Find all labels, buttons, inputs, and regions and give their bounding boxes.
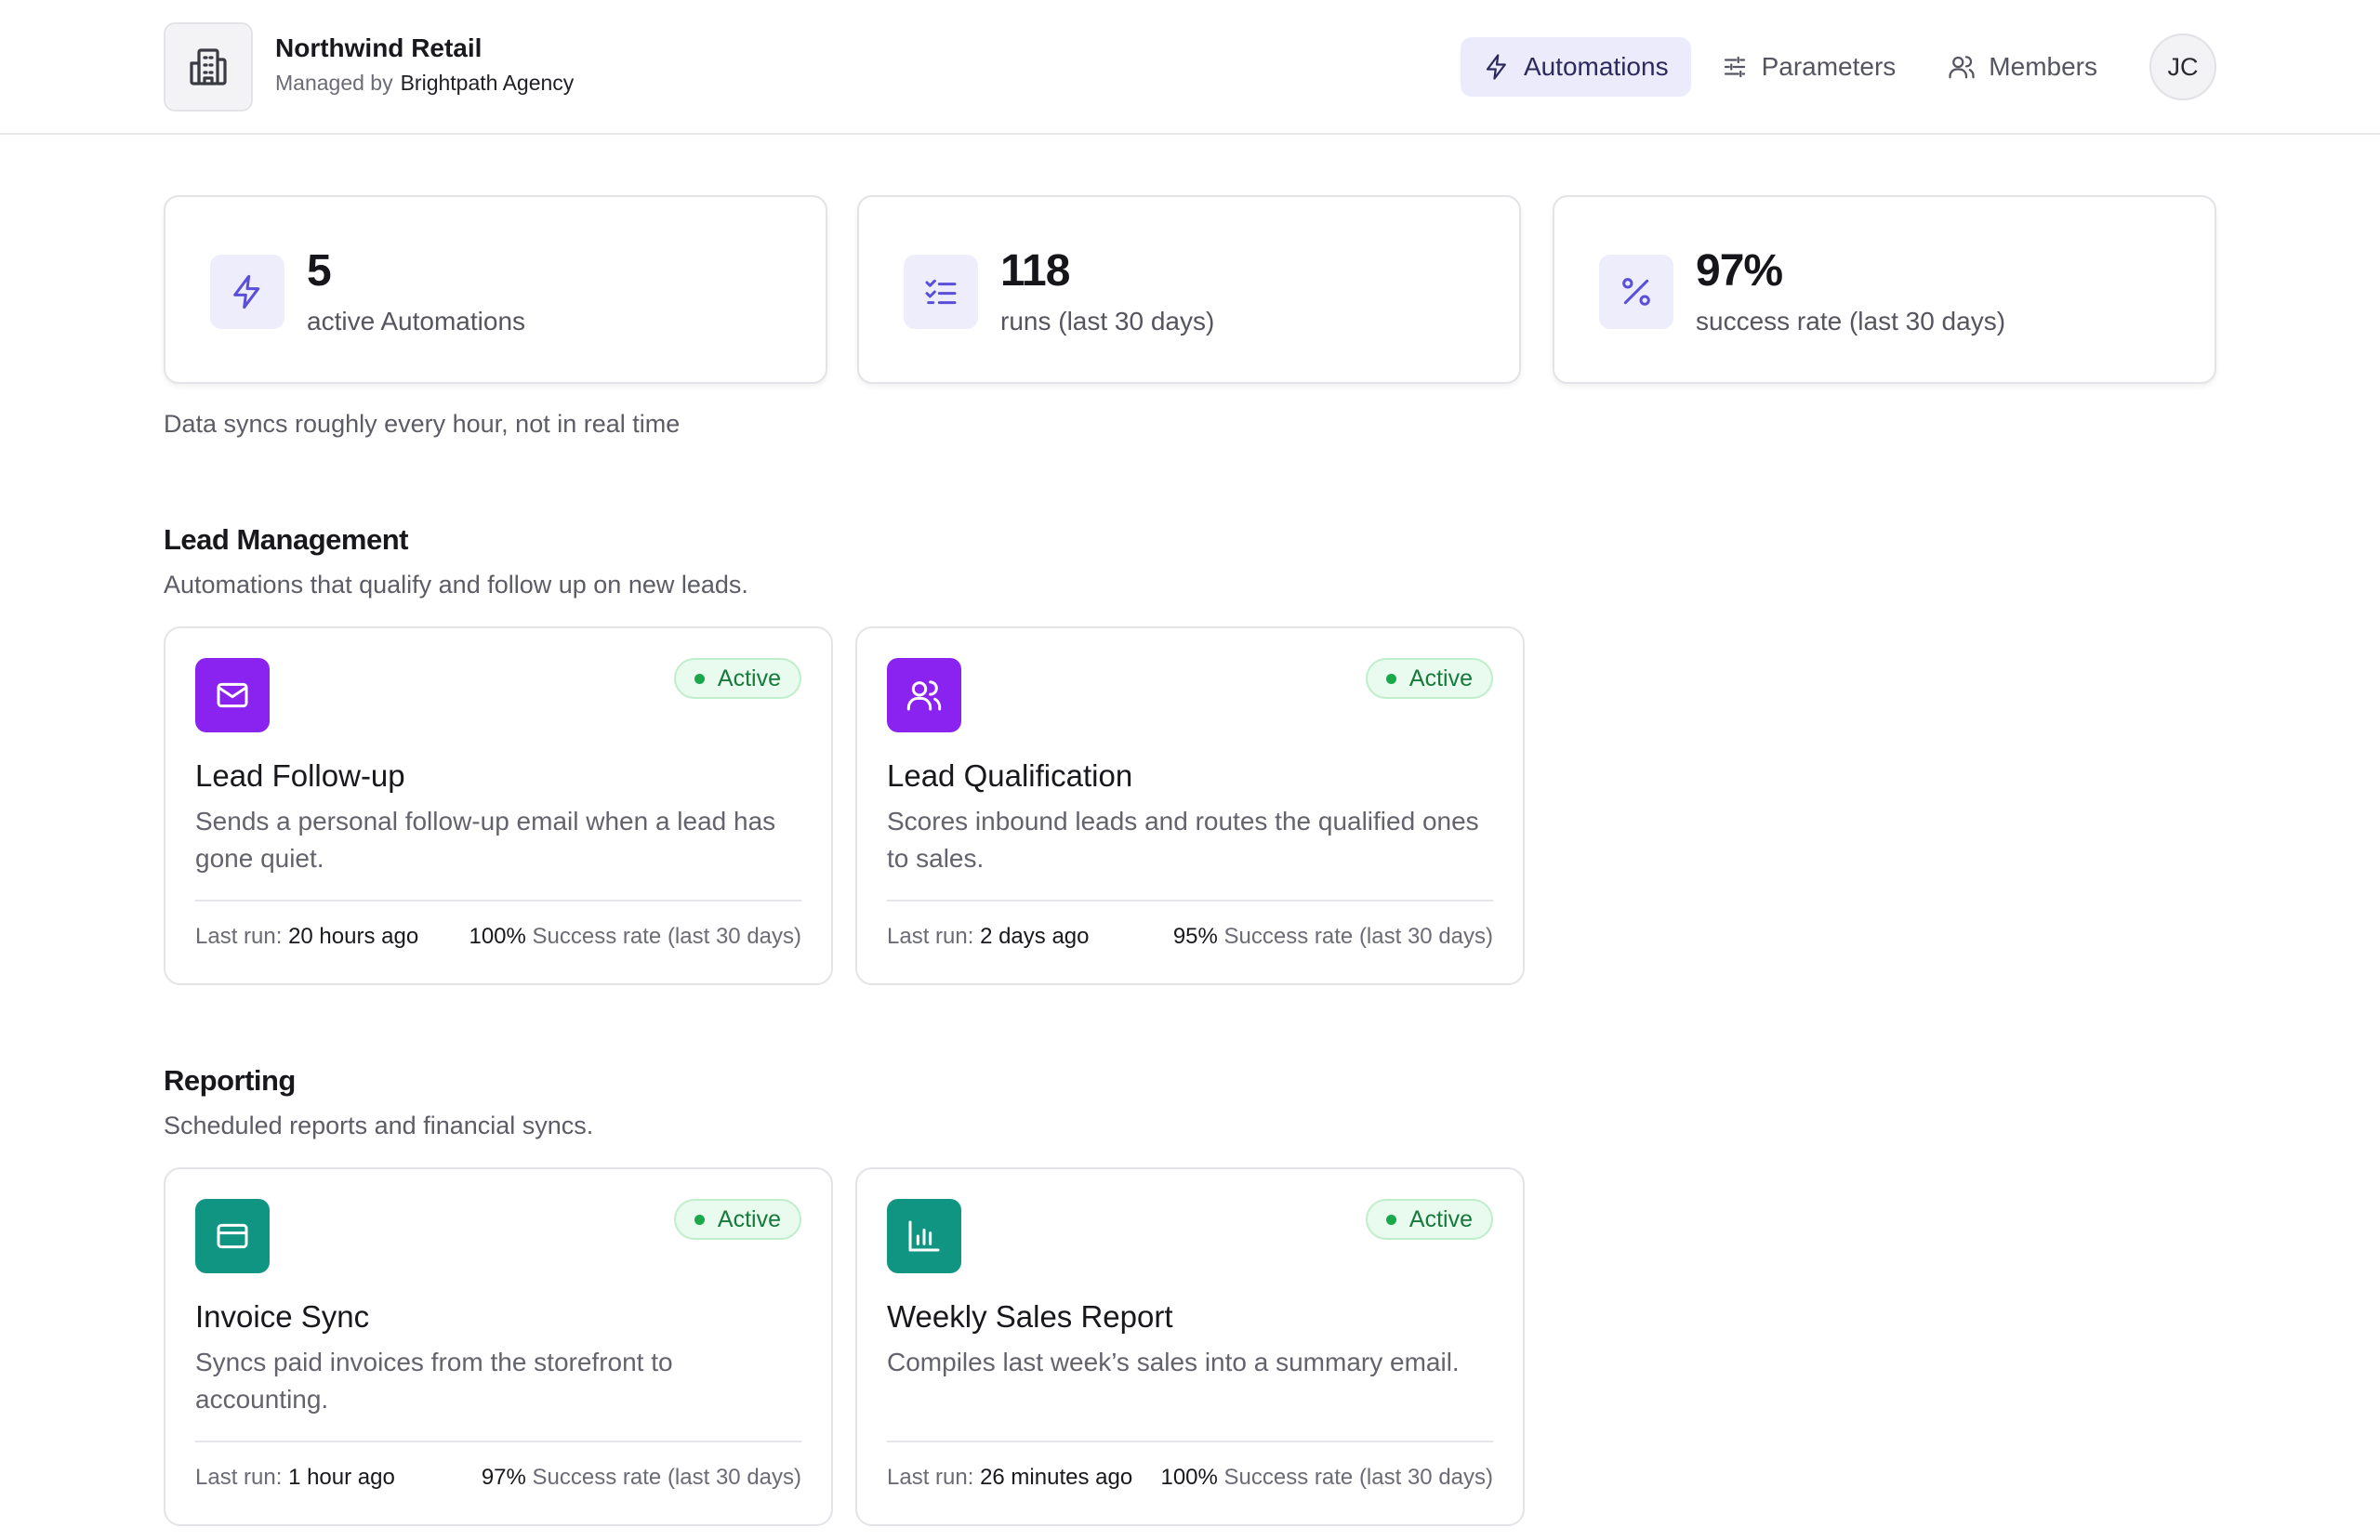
card-title: Weekly Sales Report — [887, 1299, 1173, 1334]
mail-icon — [195, 658, 270, 732]
last-run-label: Last run: — [887, 1465, 974, 1490]
nav-parameters[interactable]: Parameters — [1699, 37, 1919, 97]
last-run-value: 26 minutes ago — [980, 1465, 1133, 1490]
success-rate: 100% Success rate (last 30 days) — [1160, 1465, 1493, 1491]
success-rate: 100% Success rate (last 30 days) — [469, 924, 801, 950]
stat-card-success-rate: 97% success rate (last 30 days) — [1553, 195, 2216, 384]
success-rate-value: 95% — [1172, 924, 1218, 949]
users-icon — [887, 658, 961, 732]
card-footer: Last run: 20 hours ago 100% Success rate… — [195, 924, 801, 950]
status-badge: Active — [1365, 1199, 1493, 1240]
nav-automations[interactable]: Automations — [1460, 37, 1691, 97]
section-title: Reporting — [164, 1064, 296, 1097]
agency-name: Brightpath Agency — [400, 71, 575, 95]
section-description: Automations that qualify and follow up o… — [164, 571, 748, 599]
sliders-icon — [1724, 56, 1745, 78]
card-description: Scores inbound leads and routes the qual… — [887, 807, 1479, 873]
status-dot — [1385, 1214, 1396, 1225]
status-label: Active — [717, 1205, 781, 1232]
users-icon — [1949, 56, 1975, 79]
last-run: Last run: 2 days ago — [887, 924, 1089, 950]
card-footer: Last run: 1 hour ago 97% Success rate (l… — [195, 1465, 801, 1491]
status-label: Active — [1408, 1205, 1473, 1232]
automation-card-lead-qualification[interactable]: Active Lead Qualification Scores inbound… — [855, 626, 1525, 985]
automation-card-weekly-sales-report[interactable]: Active Weekly Sales Report Compiles last… — [855, 1167, 1525, 1526]
success-rate-value: 97% — [481, 1465, 526, 1490]
card-footer: Last run: 2 days ago 95% Success rate (l… — [887, 924, 1493, 950]
managed-by: Managed by Brightpath Agency — [275, 71, 574, 96]
status-dot — [1385, 673, 1396, 684]
percent-icon — [1599, 255, 1673, 329]
success-rate-label: Success rate (last 30 days) — [1223, 924, 1493, 949]
nav-members-label: Members — [1989, 52, 2097, 81]
building-icon — [164, 22, 253, 112]
section-title: Lead Management — [164, 523, 408, 556]
success-rate: 95% Success rate (last 30 days) — [1173, 924, 1493, 950]
status-label: Active — [1408, 665, 1473, 691]
card-description: Compiles last week’s sales into a summar… — [887, 1348, 1460, 1376]
automation-card-invoice-sync[interactable]: Active Invoice Sync Syncs paid invoices … — [164, 1167, 833, 1526]
last-run-label: Last run: — [887, 924, 974, 949]
card-title: Invoice Sync — [195, 1299, 370, 1334]
stat-label: active Automations — [307, 307, 526, 336]
last-run: Last run: 26 minutes ago — [887, 1465, 1132, 1491]
success-rate-value: 100% — [469, 924, 526, 949]
success-rate: 97% Success rate (last 30 days) — [482, 1465, 801, 1491]
last-run: Last run: 20 hours ago — [195, 924, 418, 950]
user-avatar[interactable]: JC — [2149, 33, 2216, 100]
status-dot — [694, 673, 705, 684]
credit-card-icon — [195, 1199, 270, 1273]
last-run-label: Last run: — [195, 1465, 283, 1490]
divider — [887, 1441, 1493, 1442]
nav-automations-label: Automations — [1523, 52, 1669, 81]
lightning-icon — [1486, 54, 1506, 80]
status-badge: Active — [673, 1199, 801, 1240]
stat-value: 97% — [1696, 246, 1783, 296]
divider — [195, 900, 801, 902]
stat-value: 118 — [1000, 246, 1070, 296]
section-description: Scheduled reports and financial syncs. — [164, 1112, 594, 1139]
stat-card-automations: 5 active Automations — [164, 195, 827, 384]
last-run: Last run: 1 hour ago — [195, 1465, 395, 1491]
stat-value: 5 — [307, 246, 332, 296]
managed-by-label: Managed by — [275, 71, 393, 95]
card-description: Syncs paid invoices from the storefront … — [195, 1348, 673, 1414]
last-run-value: 2 days ago — [980, 924, 1090, 949]
success-rate-label: Success rate (last 30 days) — [532, 1465, 801, 1490]
status-dot — [694, 1214, 705, 1225]
stat-card-runs: 118 runs (last 30 days) — [857, 195, 1521, 384]
success-rate-value: 100% — [1160, 1465, 1218, 1490]
top-bar: Northwind Retail Managed by Brightpath Ag… — [0, 0, 2380, 135]
card-title: Lead Qualification — [887, 758, 1133, 793]
status-label: Active — [717, 665, 781, 691]
last-run-value: 1 hour ago — [288, 1465, 395, 1490]
org-name: Northwind Retail — [275, 33, 483, 62]
divider — [195, 1441, 801, 1442]
bar-chart-icon — [887, 1199, 961, 1273]
automation-card-lead-follow-up[interactable]: Active Lead Follow-up Sends a personal f… — [164, 626, 833, 985]
checklist-icon — [904, 255, 978, 329]
stat-label: runs (last 30 days) — [1000, 307, 1215, 336]
last-run-label: Last run: — [195, 924, 283, 949]
card-footer: Last run: 26 minutes ago 100% Success ra… — [887, 1465, 1493, 1491]
success-rate-label: Success rate (last 30 days) — [532, 924, 801, 949]
nav-parameters-label: Parameters — [1761, 52, 1897, 81]
sync-note: Data syncs roughly every hour, not in re… — [164, 410, 681, 438]
stat-label: success rate (last 30 days) — [1696, 307, 2006, 336]
divider — [887, 900, 1493, 902]
success-rate-label: Success rate (last 30 days) — [1223, 1465, 1493, 1490]
card-description: Sends a personal follow-up email when a … — [195, 807, 776, 873]
main-nav: Automations Parameters Members JC — [1453, 32, 2216, 102]
status-badge: Active — [1365, 658, 1493, 699]
status-badge: Active — [673, 658, 801, 699]
last-run-value: 20 hours ago — [288, 924, 419, 949]
nav-members[interactable]: Members — [1925, 37, 2120, 97]
card-title: Lead Follow-up — [195, 758, 405, 793]
lightning-icon — [210, 255, 284, 329]
